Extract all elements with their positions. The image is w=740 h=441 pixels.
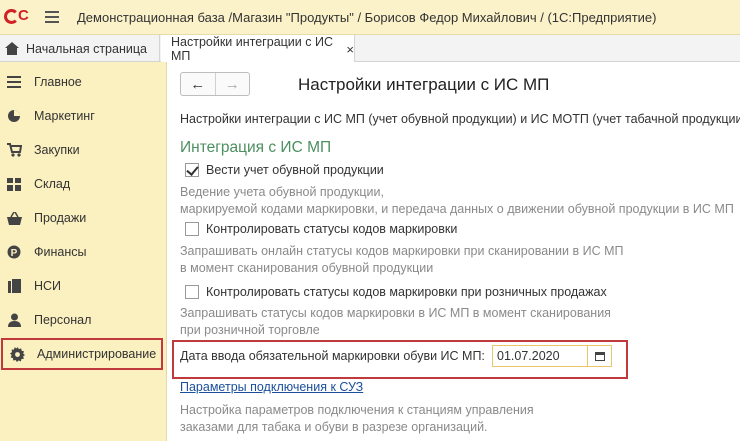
option-hint: Запрашивать онлайн статусы кодов маркиро… bbox=[180, 243, 624, 277]
sidebar-item-label: Маркетинг bbox=[34, 109, 95, 123]
link-hint: Настройка параметров подключения к станц… bbox=[180, 402, 534, 436]
option-hint: Ведение учета обувной продукции, маркиру… bbox=[180, 184, 734, 218]
1c-logo-icon: С bbox=[4, 7, 34, 26]
tabs-bar: Начальная страница Настройки интеграции … bbox=[0, 35, 740, 63]
svg-text:Р: Р bbox=[11, 248, 18, 259]
cart-icon bbox=[6, 142, 22, 158]
sidebar-item-label: НСИ bbox=[34, 279, 62, 293]
forward-button[interactable]: → bbox=[214, 73, 250, 95]
control-statuses-label[interactable]: Контролировать статусы кодов маркировки bbox=[206, 222, 457, 236]
track-shoes-label[interactable]: Вести учет обувной продукции bbox=[206, 163, 384, 177]
control-statuses-checkbox[interactable] bbox=[185, 222, 199, 236]
sidebar-item-label: Финансы bbox=[34, 245, 87, 259]
sidebar-item-administration[interactable]: Администрирование bbox=[1, 338, 163, 370]
close-icon[interactable]: × bbox=[346, 42, 354, 57]
section-title: Интеграция с ИС МП bbox=[180, 139, 332, 156]
sidebar-item-finance[interactable]: Р Финансы bbox=[0, 235, 167, 269]
suz-connection-link[interactable]: Параметры подключения к СУЗ bbox=[180, 380, 363, 394]
sidebar-item-sales[interactable]: Продажи bbox=[0, 201, 167, 235]
window-title: Демонстрационная база /Магазин "Продукты… bbox=[77, 10, 657, 25]
coin-icon: Р bbox=[6, 244, 22, 260]
main-content: ← → Настройки интеграции с ИС МП Настрой… bbox=[167, 62, 740, 441]
track-shoes-checkbox[interactable] bbox=[185, 163, 199, 177]
gear-icon bbox=[9, 346, 25, 362]
hint-line: заказами для табака и обуви в разрезе ор… bbox=[180, 420, 488, 434]
sidebar-item-nsi[interactable]: НСИ bbox=[0, 269, 167, 303]
tab-integration-settings[interactable]: Настройки интеграции с ИС МП × bbox=[161, 35, 355, 63]
hamburger-menu-icon[interactable] bbox=[45, 11, 59, 23]
sidebar-item-label: Главное bbox=[34, 75, 82, 89]
option-control-retail-statuses[interactable]: Контролировать статусы кодов маркировки … bbox=[185, 285, 607, 299]
control-retail-statuses-checkbox[interactable] bbox=[185, 285, 199, 299]
calendar-icon bbox=[594, 351, 605, 361]
sidebar-item-main[interactable]: Главное bbox=[0, 65, 167, 99]
hint-line: Ведение учета обувной продукции, bbox=[180, 185, 384, 199]
sidebar-item-label: Администрирование bbox=[37, 347, 157, 361]
tab-integration-settings-label: Настройки интеграции с ИС МП bbox=[171, 35, 333, 63]
date-field-label: Дата ввода обязательной маркировки обуви… bbox=[180, 349, 485, 363]
page-title: Настройки интеграции с ИС МП bbox=[298, 75, 550, 94]
tab-home[interactable]: Начальная страница bbox=[0, 35, 160, 62]
tab-home-label: Начальная страница bbox=[26, 41, 147, 56]
control-retail-statuses-label[interactable]: Контролировать статусы кодов маркировки … bbox=[206, 285, 607, 299]
navigation-buttons: ← → bbox=[180, 72, 250, 96]
sidebar-item-label: Продажи bbox=[34, 211, 87, 225]
hint-line: при розничной торговле bbox=[180, 323, 320, 337]
sidebar: Главное Маркетинг Закупки Склад Продажи … bbox=[0, 62, 167, 441]
sidebar-item-label: Склад bbox=[34, 177, 71, 191]
menu-lines-icon bbox=[6, 74, 22, 90]
sidebar-item-personnel[interactable]: Персонал bbox=[0, 303, 167, 337]
title-bar: С Демонстрационная база /Магазин "Продук… bbox=[0, 0, 740, 35]
option-control-statuses[interactable]: Контролировать статусы кодов маркировки bbox=[185, 222, 457, 236]
calendar-button[interactable] bbox=[588, 345, 612, 367]
hint-line: маркируемой кодами маркировки, и передач… bbox=[180, 202, 734, 216]
option-track-shoes[interactable]: Вести учет обувной продукции bbox=[185, 163, 384, 177]
sidebar-item-warehouse[interactable]: Склад bbox=[0, 167, 167, 201]
book-icon bbox=[6, 278, 22, 294]
warehouse-icon bbox=[6, 176, 22, 192]
sidebar-item-purchases[interactable]: Закупки bbox=[0, 133, 167, 167]
hint-line: Настройка параметров подключения к станц… bbox=[180, 403, 534, 417]
hint-line: Запрашивать онлайн статусы кодов маркиро… bbox=[180, 244, 624, 258]
hint-line: Запрашивать статусы кодов маркировки в И… bbox=[180, 306, 611, 320]
basket-icon bbox=[6, 210, 22, 226]
person-icon bbox=[6, 312, 22, 328]
sidebar-item-marketing[interactable]: Маркетинг bbox=[0, 99, 167, 133]
home-icon bbox=[5, 42, 19, 55]
sidebar-item-label: Закупки bbox=[34, 143, 80, 157]
pie-chart-icon bbox=[6, 108, 22, 124]
sidebar-item-label: Персонал bbox=[34, 313, 92, 327]
page-description: Настройки интеграции с ИС МП (учет обувн… bbox=[180, 112, 740, 126]
option-hint: Запрашивать статусы кодов маркировки в И… bbox=[180, 305, 611, 339]
hint-line: в момент сканирования обувной продукции bbox=[180, 261, 434, 275]
back-button[interactable]: ← bbox=[181, 73, 215, 95]
date-field-input[interactable]: 01.07.2020 bbox=[492, 345, 588, 367]
